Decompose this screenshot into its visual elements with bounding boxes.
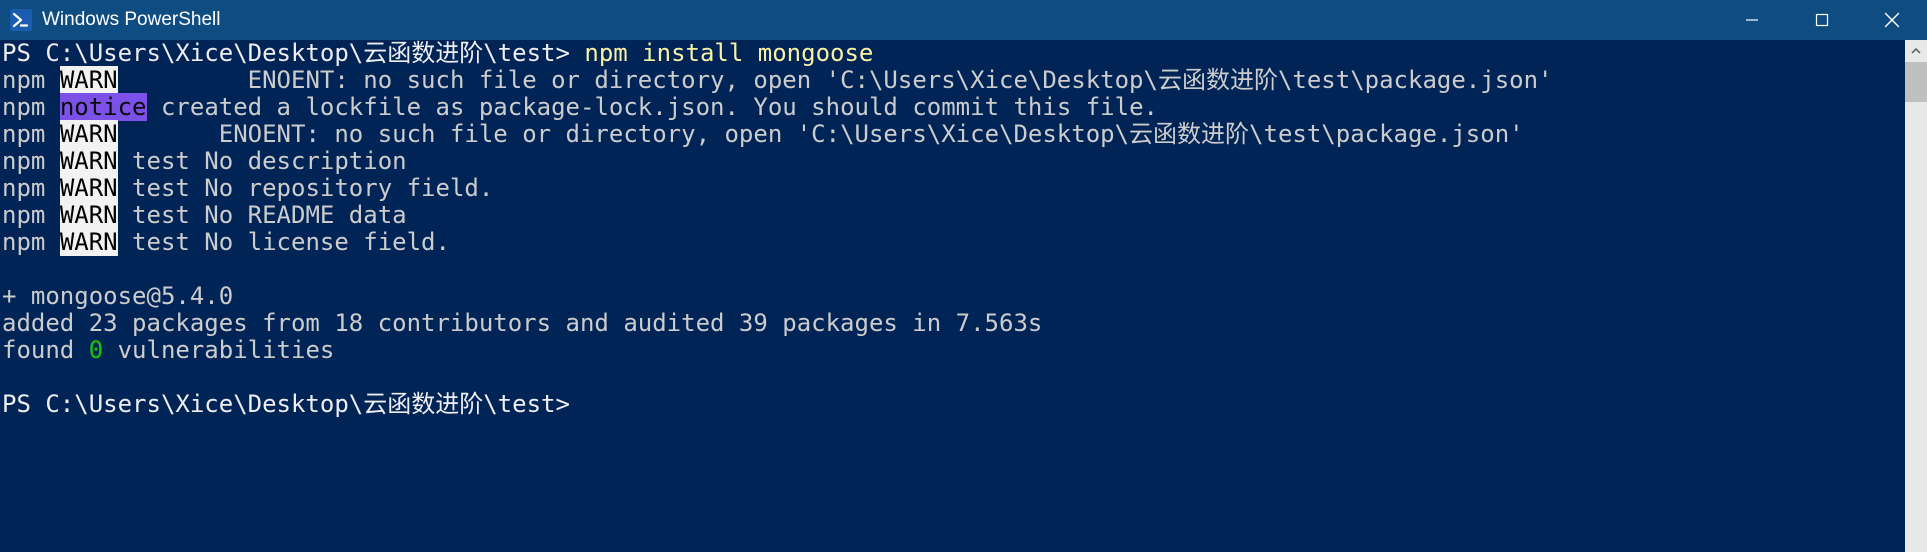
warn-label: WARN bbox=[60, 228, 118, 256]
window-title: Windows PowerShell bbox=[42, 9, 1717, 31]
powershell-icon bbox=[10, 9, 32, 31]
content-area: PS C:\Users\Xice\Desktop\云函数进阶\test> npm… bbox=[0, 40, 1927, 552]
npm-prefix: npm bbox=[2, 93, 45, 121]
output-text: test No repository field. bbox=[118, 174, 494, 202]
blank-line bbox=[2, 364, 1903, 391]
output-line: npm WARN test No license field. bbox=[2, 229, 1903, 256]
vuln-count: 0 bbox=[89, 336, 103, 364]
minimize-button[interactable] bbox=[1717, 0, 1787, 40]
terminal-output[interactable]: PS C:\Users\Xice\Desktop\云函数进阶\test> npm… bbox=[0, 40, 1905, 552]
maximize-button[interactable] bbox=[1787, 0, 1857, 40]
output-line: npm notice created a lockfile as package… bbox=[2, 94, 1903, 121]
titlebar[interactable]: Windows PowerShell bbox=[0, 0, 1927, 40]
output-line: npm WARN ENOENT: no such file or directo… bbox=[2, 67, 1903, 94]
vuln-line: found 0 vulnerabilities bbox=[2, 337, 1903, 364]
added-line: added 23 packages from 18 contributors a… bbox=[2, 310, 1903, 337]
found-prefix: found bbox=[2, 336, 89, 364]
npm-prefix: npm bbox=[2, 120, 45, 148]
warn-label: WARN bbox=[60, 174, 118, 202]
warn-label: WARN bbox=[60, 120, 118, 148]
window-controls bbox=[1717, 0, 1927, 40]
scroll-up-arrow-icon[interactable] bbox=[1905, 40, 1927, 62]
output-text: test No description bbox=[118, 147, 407, 175]
prompt-line-2: PS C:\Users\Xice\Desktop\云函数进阶\test> bbox=[2, 391, 1903, 418]
installed-line: + mongoose@5.4.0 bbox=[2, 283, 1903, 310]
blank-line bbox=[2, 256, 1903, 283]
output-text: created a lockfile as package-lock.json.… bbox=[147, 93, 1158, 121]
npm-prefix: npm bbox=[2, 147, 45, 175]
output-text: ENOENT: no such file or directory, open … bbox=[118, 66, 1553, 94]
npm-prefix: npm bbox=[2, 174, 45, 202]
npm-prefix: npm bbox=[2, 66, 45, 94]
output-text: test No README data bbox=[118, 201, 407, 229]
output-line: npm WARN test No repository field. bbox=[2, 175, 1903, 202]
npm-prefix: npm bbox=[2, 201, 45, 229]
warn-label: WARN bbox=[60, 66, 118, 94]
command-text: npm install mongoose bbox=[584, 40, 873, 67]
scrollbar-thumb[interactable] bbox=[1905, 62, 1927, 102]
prompt-line: PS C:\Users\Xice\Desktop\云函数进阶\test> npm… bbox=[2, 40, 1903, 67]
output-line: npm WARN ENOENT: no such file or directo… bbox=[2, 121, 1903, 148]
output-line: npm WARN test No README data bbox=[2, 202, 1903, 229]
npm-prefix: npm bbox=[2, 228, 45, 256]
close-button[interactable] bbox=[1857, 0, 1927, 40]
warn-label: WARN bbox=[60, 201, 118, 229]
warn-label: WARN bbox=[60, 147, 118, 175]
output-text: ENOENT: no such file or directory, open … bbox=[118, 120, 1524, 148]
prompt-path: PS C:\Users\Xice\Desktop\云函数进阶\test> bbox=[2, 40, 584, 67]
notice-label: notice bbox=[60, 93, 147, 121]
powershell-window: Windows PowerShell PS C:\Users\Xice\Desk… bbox=[0, 0, 1927, 552]
found-suffix: vulnerabilities bbox=[103, 336, 334, 364]
output-line: npm WARN test No description bbox=[2, 148, 1903, 175]
vertical-scrollbar[interactable] bbox=[1905, 40, 1927, 552]
output-text: test No license field. bbox=[118, 228, 450, 256]
